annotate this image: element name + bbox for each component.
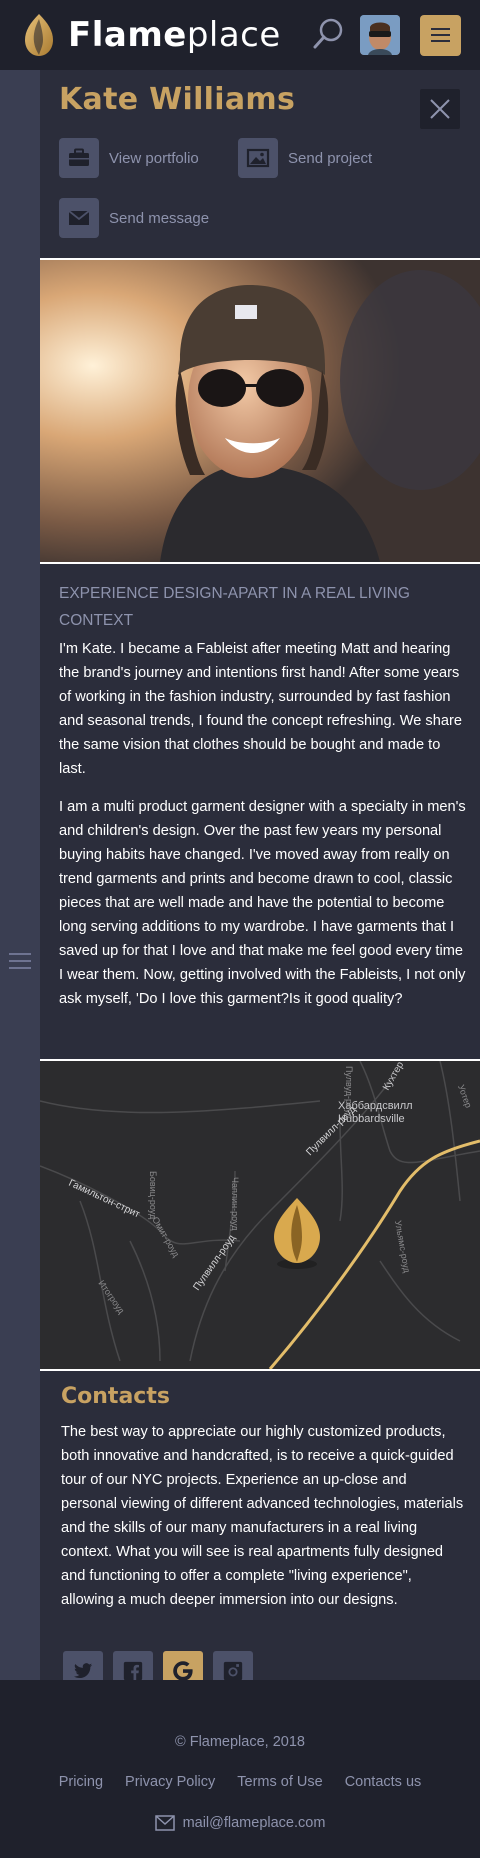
footer-email: mail@flameplace.com bbox=[182, 1815, 326, 1831]
side-rail bbox=[0, 70, 40, 1680]
flame-icon bbox=[25, 14, 53, 56]
menu-button[interactable] bbox=[420, 15, 461, 56]
profile-photo-image bbox=[40, 260, 480, 562]
instagram-icon bbox=[223, 1661, 243, 1681]
location-map[interactable]: Хаббардсвилл Hubbardsville Гамильтон-стр… bbox=[40, 1059, 480, 1371]
search-button[interactable] bbox=[310, 16, 346, 52]
send-project-button[interactable]: Send project bbox=[238, 138, 372, 178]
hamburger-line bbox=[431, 40, 450, 42]
user-avatar[interactable] bbox=[360, 15, 400, 55]
profile-photo bbox=[40, 258, 480, 564]
bio-heading: EXPERIENCE DESIGN-APART IN A REAL LIVING… bbox=[59, 585, 410, 629]
footer-link-contacts[interactable]: Contacts us bbox=[345, 1774, 422, 1790]
image-icon bbox=[238, 138, 278, 178]
twitter-icon bbox=[73, 1663, 93, 1679]
footer-link-pricing[interactable]: Pricing bbox=[59, 1774, 103, 1790]
footer-email-link[interactable]: mail@flameplace.com bbox=[0, 1815, 480, 1831]
footer bbox=[0, 1680, 480, 1858]
map-label-street10: Пулвуд-роуд bbox=[344, 1066, 354, 1119]
footer-link-terms[interactable]: Terms of Use bbox=[237, 1774, 322, 1790]
profile-name: Kate Williams bbox=[59, 82, 296, 117]
footer-link-privacy[interactable]: Privacy Policy bbox=[125, 1774, 215, 1790]
close-icon bbox=[430, 99, 450, 119]
map-canvas: Хаббардсвилл Hubbardsville Гамильтон-стр… bbox=[40, 1061, 480, 1369]
view-portfolio-label: View portfolio bbox=[109, 149, 199, 167]
contacts-title: Contacts bbox=[61, 1384, 170, 1409]
close-button[interactable] bbox=[420, 89, 460, 129]
avatar-image bbox=[360, 15, 400, 55]
send-message-button[interactable]: Send message bbox=[59, 198, 209, 238]
facebook-icon bbox=[123, 1661, 143, 1681]
bio-paragraph-1: I'm Kate. I became a Fableist after meet… bbox=[59, 641, 462, 777]
top-header: Flameplace bbox=[0, 0, 480, 70]
map-label-street8: Чаплин-роуд bbox=[230, 1177, 240, 1231]
copyright: © Flameplace, 2018 bbox=[175, 1734, 305, 1750]
search-icon bbox=[313, 18, 343, 49]
send-message-label: Send message bbox=[109, 209, 210, 227]
logo-text-light: place bbox=[186, 15, 281, 55]
contacts-text: The best way to appreciate our highly cu… bbox=[61, 1424, 464, 1608]
envelope-icon bbox=[154, 1815, 175, 1831]
footer-links: Pricing Privacy Policy Terms of Use Cont… bbox=[0, 1774, 480, 1790]
send-project-label: Send project bbox=[288, 149, 373, 167]
hamburger-icon[interactable] bbox=[9, 953, 31, 969]
logo-text-bold: Flame bbox=[68, 15, 187, 55]
map-label-street5: Бовиц-роуд bbox=[148, 1171, 158, 1220]
hamburger-menu-icon bbox=[431, 28, 450, 30]
bio-paragraph-2: I am a multi product garment designer wi… bbox=[59, 799, 466, 1007]
briefcase-icon bbox=[59, 138, 99, 178]
hamburger-line bbox=[431, 34, 450, 36]
view-portfolio-button[interactable]: View portfolio bbox=[59, 138, 199, 178]
logo[interactable]: Flameplace bbox=[22, 10, 281, 60]
envelope-icon bbox=[59, 198, 99, 238]
